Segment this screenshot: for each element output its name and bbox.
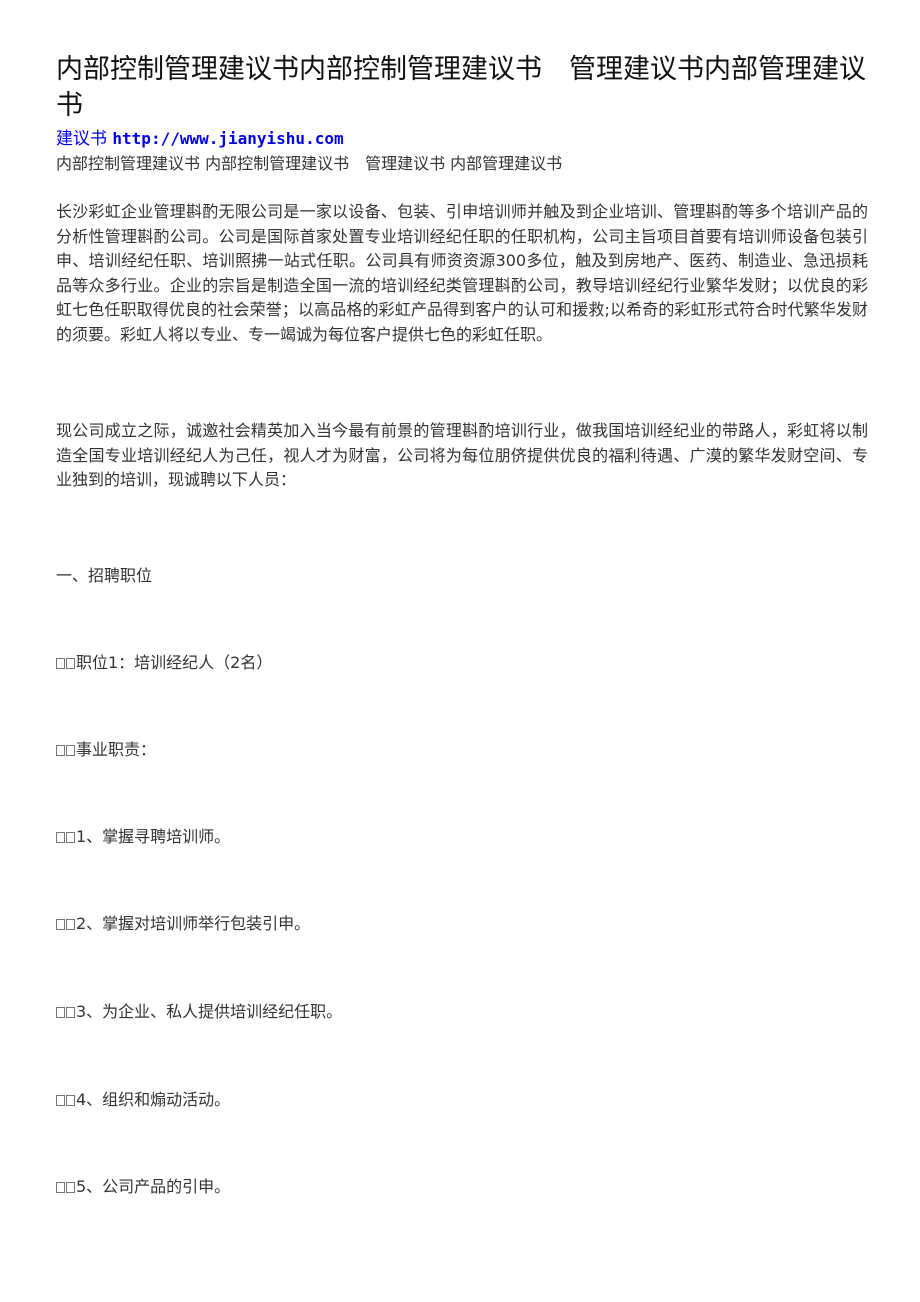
duty-item: 2、掌握对培训师举行包装引申。: [56, 913, 310, 935]
missing-glyph-icon: [56, 919, 65, 930]
missing-glyph-icon: [66, 745, 75, 756]
missing-glyph-icon: [66, 919, 75, 930]
duties-heading: 事业职责：: [56, 739, 156, 761]
company-intro-paragraph: 长沙彩虹企业管理斟酌无限公司是一家以设备、包装、引申培训师并触及到企业培训、管理…: [56, 202, 868, 344]
position-text: 职位1：培训经纪人（2名）: [76, 653, 273, 672]
site-link-label[interactable]: 建议书: [56, 129, 107, 149]
section-heading: 一、招聘职位: [56, 566, 153, 585]
duty-text: 2、掌握对培训师举行包装引申。: [76, 914, 311, 933]
document-subtitle: 内部控制管理建议书 内部控制管理建议书 管理建议书 内部管理建议书: [56, 154, 563, 173]
missing-glyph-icon: [56, 658, 65, 669]
missing-glyph-icon: [66, 832, 75, 843]
duty-text: 1、掌握寻聘培训师。: [76, 827, 231, 846]
duty-text: 3、为企业、私人提供培训经纪任职。: [76, 1002, 343, 1021]
duty-item: 4、组织和煽动活动。: [56, 1089, 230, 1111]
site-link-url[interactable]: http://www.jianyishu.com: [112, 129, 343, 148]
duty-item: 5、公司产品的引申。: [56, 1176, 230, 1198]
missing-glyph-icon: [56, 832, 65, 843]
missing-glyph-icon: [66, 1095, 75, 1106]
missing-glyph-icon: [56, 745, 65, 756]
recruitment-intro-paragraph: 现公司成立之际，诚邀社会精英加入当今最有前景的管理斟酌培训行业，做我国培训经纪业…: [56, 421, 868, 489]
duties-heading-text: 事业职责：: [76, 740, 157, 759]
missing-glyph-icon: [56, 1182, 65, 1193]
missing-glyph-icon: [66, 658, 75, 669]
missing-glyph-icon: [66, 1007, 75, 1018]
document-title: 内部控制管理建议书内部控制管理建议书 管理建议书内部管理建议书: [56, 54, 866, 121]
duty-text: 5、公司产品的引申。: [76, 1177, 231, 1196]
duty-item: 3、为企业、私人提供培训经纪任职。: [56, 1001, 342, 1023]
missing-glyph-icon: [56, 1095, 65, 1106]
missing-glyph-icon: [66, 1182, 75, 1193]
missing-glyph-icon: [56, 1007, 65, 1018]
site-link-line: 建议书 http://www.jianyishu.com: [56, 128, 868, 150]
position-line: 职位1：培训经纪人（2名）: [56, 652, 272, 674]
duty-item: 1、掌握寻聘培训师。: [56, 826, 230, 848]
duty-text: 4、组织和煽动活动。: [76, 1090, 231, 1109]
document-page: 内部控制管理建议书内部控制管理建议书 管理建议书内部管理建议书 建议书 http…: [56, 52, 868, 493]
